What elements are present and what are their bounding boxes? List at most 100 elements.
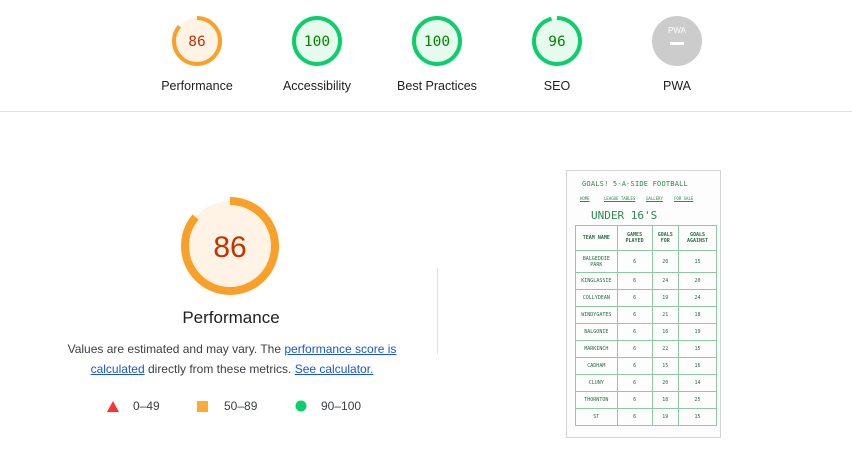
table-cell: COLLYDEAN bbox=[575, 289, 618, 307]
vertical-divider bbox=[437, 268, 438, 354]
table-cell: 6 bbox=[616, 408, 653, 426]
table-cell: 21 bbox=[651, 306, 680, 324]
table-cell: BALGONIE bbox=[575, 323, 618, 341]
table-cell: 18 bbox=[678, 306, 717, 324]
triangle-fail-icon bbox=[107, 401, 119, 412]
table-cell: 6 bbox=[616, 357, 653, 375]
accessibility-gauge: 100 bbox=[292, 16, 342, 66]
table-row: BALGEDDIE PARK 6 20 15 bbox=[575, 250, 717, 273]
table-cell: 6 bbox=[616, 374, 653, 392]
table-cell: 6 bbox=[616, 340, 653, 358]
table-row: CLUNY 6 20 14 bbox=[575, 374, 717, 392]
performance-large-gauge: 86 bbox=[181, 197, 279, 295]
legend-range-pass: 90–100 bbox=[321, 399, 362, 413]
table-cell: KINGLASSIE bbox=[575, 272, 618, 290]
performance-gauge-large: 86 bbox=[181, 197, 279, 300]
performance-label: Performance bbox=[161, 79, 233, 93]
table-header-cell: GOALS FOR bbox=[651, 225, 680, 251]
description-text-2: directly from these metrics. bbox=[144, 361, 295, 376]
legend-triangle-shape bbox=[107, 401, 119, 412]
table-cell: 15 bbox=[678, 340, 717, 358]
category-best-practices[interactable]: 100 Best Practices bbox=[382, 16, 492, 93]
table-cell: 6 bbox=[616, 289, 653, 307]
table-header-cell: GAMES PLAYED bbox=[616, 225, 653, 251]
table-cell: 19 bbox=[651, 289, 680, 307]
table-row: WINDYGATES 6 21 18 bbox=[575, 306, 717, 324]
table-row: COLLYDEAN 6 19 24 bbox=[575, 289, 717, 307]
table-header-cell: TEAM NAME bbox=[575, 225, 618, 251]
description-text: Values are estimated and may vary. The bbox=[67, 342, 285, 356]
table-cell: 20 bbox=[651, 374, 680, 392]
site-title: GOALS! 5-A-SIDE FOOTBALL bbox=[582, 180, 688, 188]
legend-range-average: 50–89 bbox=[224, 399, 258, 413]
table-cell: 15 bbox=[678, 408, 717, 426]
league-table: TEAM NAME GAMES PLAYED GOALS FOR GOALS AGAI… bbox=[575, 225, 717, 426]
table-cell: 6 bbox=[616, 272, 653, 290]
table-cell: 6 bbox=[616, 306, 653, 324]
scores-summary-bar: 86 Performance 100 Accessibility 100 Best Pra… bbox=[0, 0, 852, 112]
seo-gauge: 96 bbox=[532, 16, 582, 66]
pwa-gauge: PWA bbox=[652, 16, 702, 66]
table-cell: 16 bbox=[651, 323, 680, 341]
table-cell: CLUNY bbox=[575, 374, 618, 392]
table-row: MARKINCH 6 22 15 bbox=[575, 340, 717, 358]
category-accessibility[interactable]: 100 Accessibility bbox=[262, 16, 372, 93]
table-cell: 20 bbox=[678, 272, 717, 290]
best-practices-label: Best Practices bbox=[397, 79, 477, 93]
legend-range-fail: 0–49 bbox=[133, 399, 160, 413]
table-cell: 19 bbox=[651, 408, 680, 426]
category-performance[interactable]: 86 Performance bbox=[142, 16, 252, 93]
table-cell: 22 bbox=[651, 340, 680, 358]
nav-for-sale: FOR SALE bbox=[674, 196, 694, 201]
nav-gallery: GALLERY bbox=[646, 196, 663, 201]
circle-pass-icon bbox=[295, 400, 307, 412]
table-cell: THORNTON bbox=[575, 391, 618, 409]
best-practices-score: 100 bbox=[424, 34, 450, 50]
pwa-gauge-background bbox=[652, 16, 702, 66]
square-average-icon bbox=[197, 401, 208, 412]
nav-home: HOME bbox=[580, 196, 590, 201]
table-heading: UNDER 16'S bbox=[591, 209, 658, 222]
performance-score: 86 bbox=[188, 34, 205, 50]
table-row: BALGONIE 6 16 19 bbox=[575, 323, 717, 341]
table-cell: 14 bbox=[678, 374, 717, 392]
table-cell: 25 bbox=[678, 391, 717, 409]
performance-large-score: 86 bbox=[213, 231, 246, 264]
pwa-dash-icon bbox=[670, 42, 684, 45]
category-seo[interactable]: 96 SEO bbox=[502, 16, 612, 93]
pwa-badge-text: PWA bbox=[668, 26, 687, 35]
page-screenshot-thumbnail[interactable]: GOALS! 5-A-SIDE FOOTBALL HOME LEAGUE TAB… bbox=[566, 170, 721, 438]
table-cell: 19 bbox=[678, 323, 717, 341]
table-cell: 20 bbox=[651, 250, 680, 273]
see-calculator-link[interactable]: See calculator. bbox=[295, 362, 374, 376]
table-header-cell: GOALS AGAINST bbox=[678, 225, 717, 251]
table-cell: 6 bbox=[616, 323, 653, 341]
table-cell: BALGEDDIE PARK bbox=[575, 250, 618, 273]
table-row: THORNTON 6 18 25 bbox=[575, 391, 717, 409]
pwa-label: PWA bbox=[662, 79, 691, 93]
accessibility-score: 100 bbox=[304, 34, 330, 50]
table-cell: 24 bbox=[678, 289, 717, 307]
table-cell: 24 bbox=[651, 272, 680, 290]
category-pwa[interactable]: PWA PWA bbox=[622, 16, 732, 93]
table-cell: 18 bbox=[651, 391, 680, 409]
table-cell: 16 bbox=[678, 357, 717, 375]
performance-title: Performance bbox=[182, 308, 280, 327]
table-cell: ST bbox=[575, 408, 618, 426]
accessibility-label: Accessibility bbox=[282, 79, 352, 93]
nav-league-tables: LEAGUE TABLES bbox=[604, 196, 636, 201]
seo-label: SEO bbox=[543, 79, 571, 93]
table-cell: 6 bbox=[616, 391, 653, 409]
table-cell: 6 bbox=[616, 250, 653, 273]
table-cell: WINDYGATES bbox=[575, 306, 618, 324]
performance-description: Values are estimated and may vary. The p… bbox=[56, 340, 408, 379]
table-cell: CADHAM bbox=[575, 357, 618, 375]
legend-circle-shape bbox=[295, 400, 307, 412]
legend-square-shape bbox=[197, 401, 208, 412]
table-row: ST 6 19 15 bbox=[575, 408, 717, 426]
table-cell: 15 bbox=[651, 357, 680, 375]
table-cell: MARKINCH bbox=[575, 340, 618, 358]
seo-score: 96 bbox=[548, 34, 565, 50]
performance-gauge: 86 bbox=[172, 16, 222, 66]
table-row: KINGLASSIE 6 24 20 bbox=[575, 272, 717, 290]
